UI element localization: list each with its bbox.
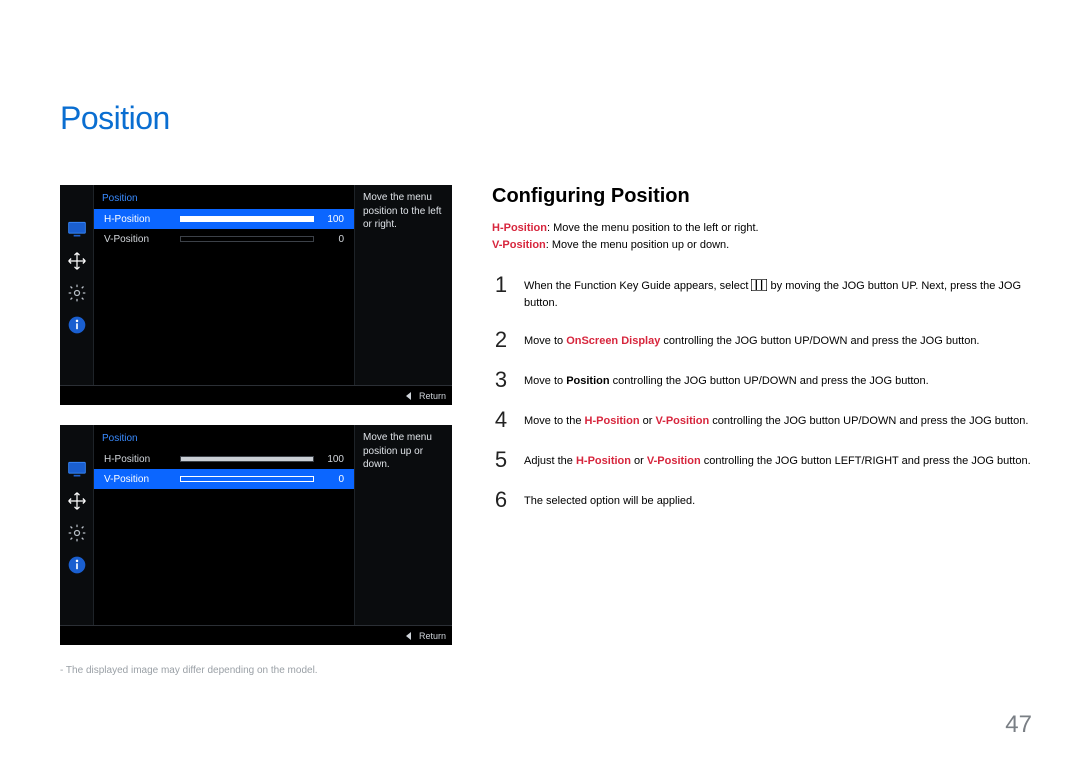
osd-value: 0 [314,474,344,485]
step-text: controlling the JOG button UP/DOWN and p… [660,335,979,347]
menu-icon [751,279,767,291]
osd-sidebar [60,185,94,385]
osd-slider [180,456,314,462]
step-1: 1 When the Function Key Guide appears, s… [492,274,1040,311]
step-4: 4 Move to the H-Position or V-Position c… [492,409,1040,431]
page-number: 47 [1005,711,1032,739]
back-arrow-icon [406,392,411,400]
step-highlight: Position [566,375,609,387]
osd-return-label: Return [419,631,446,641]
term-vposition: V-Position [492,239,546,251]
step-text: Move to [524,375,566,387]
osd-row-hposition: H-Position 100 [94,449,354,469]
step-text: controlling the JOG button LEFT/RIGHT an… [701,455,1031,467]
osd-value: 100 [314,214,344,225]
osd-label: V-Position [104,234,180,245]
term-hposition: H-Position [492,222,547,234]
step-text: controlling the JOG button UP/DOWN and p… [709,415,1028,427]
osd-hint: Move the menu position to the left or ri… [354,185,452,385]
osd-footer: Return [60,385,452,405]
info-icon [67,315,87,335]
step-highlight: V-Position [655,415,709,427]
screenshot-column: Position H-Position 100 V-Position 0 [60,185,452,676]
step-number: 3 [492,369,510,391]
osd-value: 100 [314,454,344,465]
osd-screenshot-vposition: Position H-Position 100 V-Position 0 [60,425,452,645]
instructions-column: Configuring Position H-Position: Move th… [492,185,1040,529]
step-3: 3 Move to Position controlling the JOG b… [492,369,1040,391]
osd-footer: Return [60,625,452,645]
osd-hint: Move the menu position up or down. [354,425,452,625]
step-highlight: OnScreen Display [566,335,660,347]
gear-icon [67,523,87,543]
info-icon [67,555,87,575]
osd-row-vposition: V-Position 0 [94,229,354,249]
step-2: 2 Move to OnScreen Display controlling t… [492,329,1040,351]
osd-slider [180,476,314,482]
monitor-icon [67,459,87,479]
osd-row-vposition: V-Position 0 [94,469,354,489]
osd-return-label: Return [419,391,446,401]
step-text: Adjust the [524,455,576,467]
osd-title: Position [102,193,138,204]
osd-title: Position [102,433,138,444]
step-highlight: H-Position [585,415,640,427]
footnote: - The displayed image may differ dependi… [60,665,452,676]
step-number: 2 [492,329,510,351]
step-text: Move to [524,335,566,347]
osd-label: V-Position [104,474,180,485]
step-5: 5 Adjust the H-Position or V-Position co… [492,449,1040,471]
osd-slider [180,216,314,222]
move-icon [67,251,87,271]
step-text: or [631,455,647,467]
osd-row-hposition: H-Position 100 [94,209,354,229]
section-title: Configuring Position [492,185,1040,208]
step-text: or [640,415,656,427]
page-title: Position [60,100,1040,137]
def-vposition: : Move the menu position up or down. [546,239,729,251]
step-6: 6 The selected option will be applied. [492,489,1040,511]
step-text: The selected option will be applied. [524,489,695,510]
step-number: 6 [492,489,510,511]
step-number: 1 [492,274,510,296]
def-hposition: : Move the menu position to the left or … [547,222,759,234]
osd-screenshot-hposition: Position H-Position 100 V-Position 0 [60,185,452,405]
step-text: controlling the JOG button UP/DOWN and p… [610,375,929,387]
osd-value: 0 [314,234,344,245]
step-highlight: V-Position [647,455,701,467]
step-text: Move to the [524,415,585,427]
step-number: 5 [492,449,510,471]
step-highlight: H-Position [576,455,631,467]
definitions: H-Position: Move the menu position to th… [492,220,1040,254]
osd-label: H-Position [104,214,180,225]
move-icon [67,491,87,511]
step-text: When the Function Key Guide appears, sel… [524,280,751,292]
monitor-icon [67,219,87,239]
osd-sidebar [60,425,94,625]
step-number: 4 [492,409,510,431]
gear-icon [67,283,87,303]
osd-label: H-Position [104,454,180,465]
osd-slider [180,236,314,242]
back-arrow-icon [406,632,411,640]
